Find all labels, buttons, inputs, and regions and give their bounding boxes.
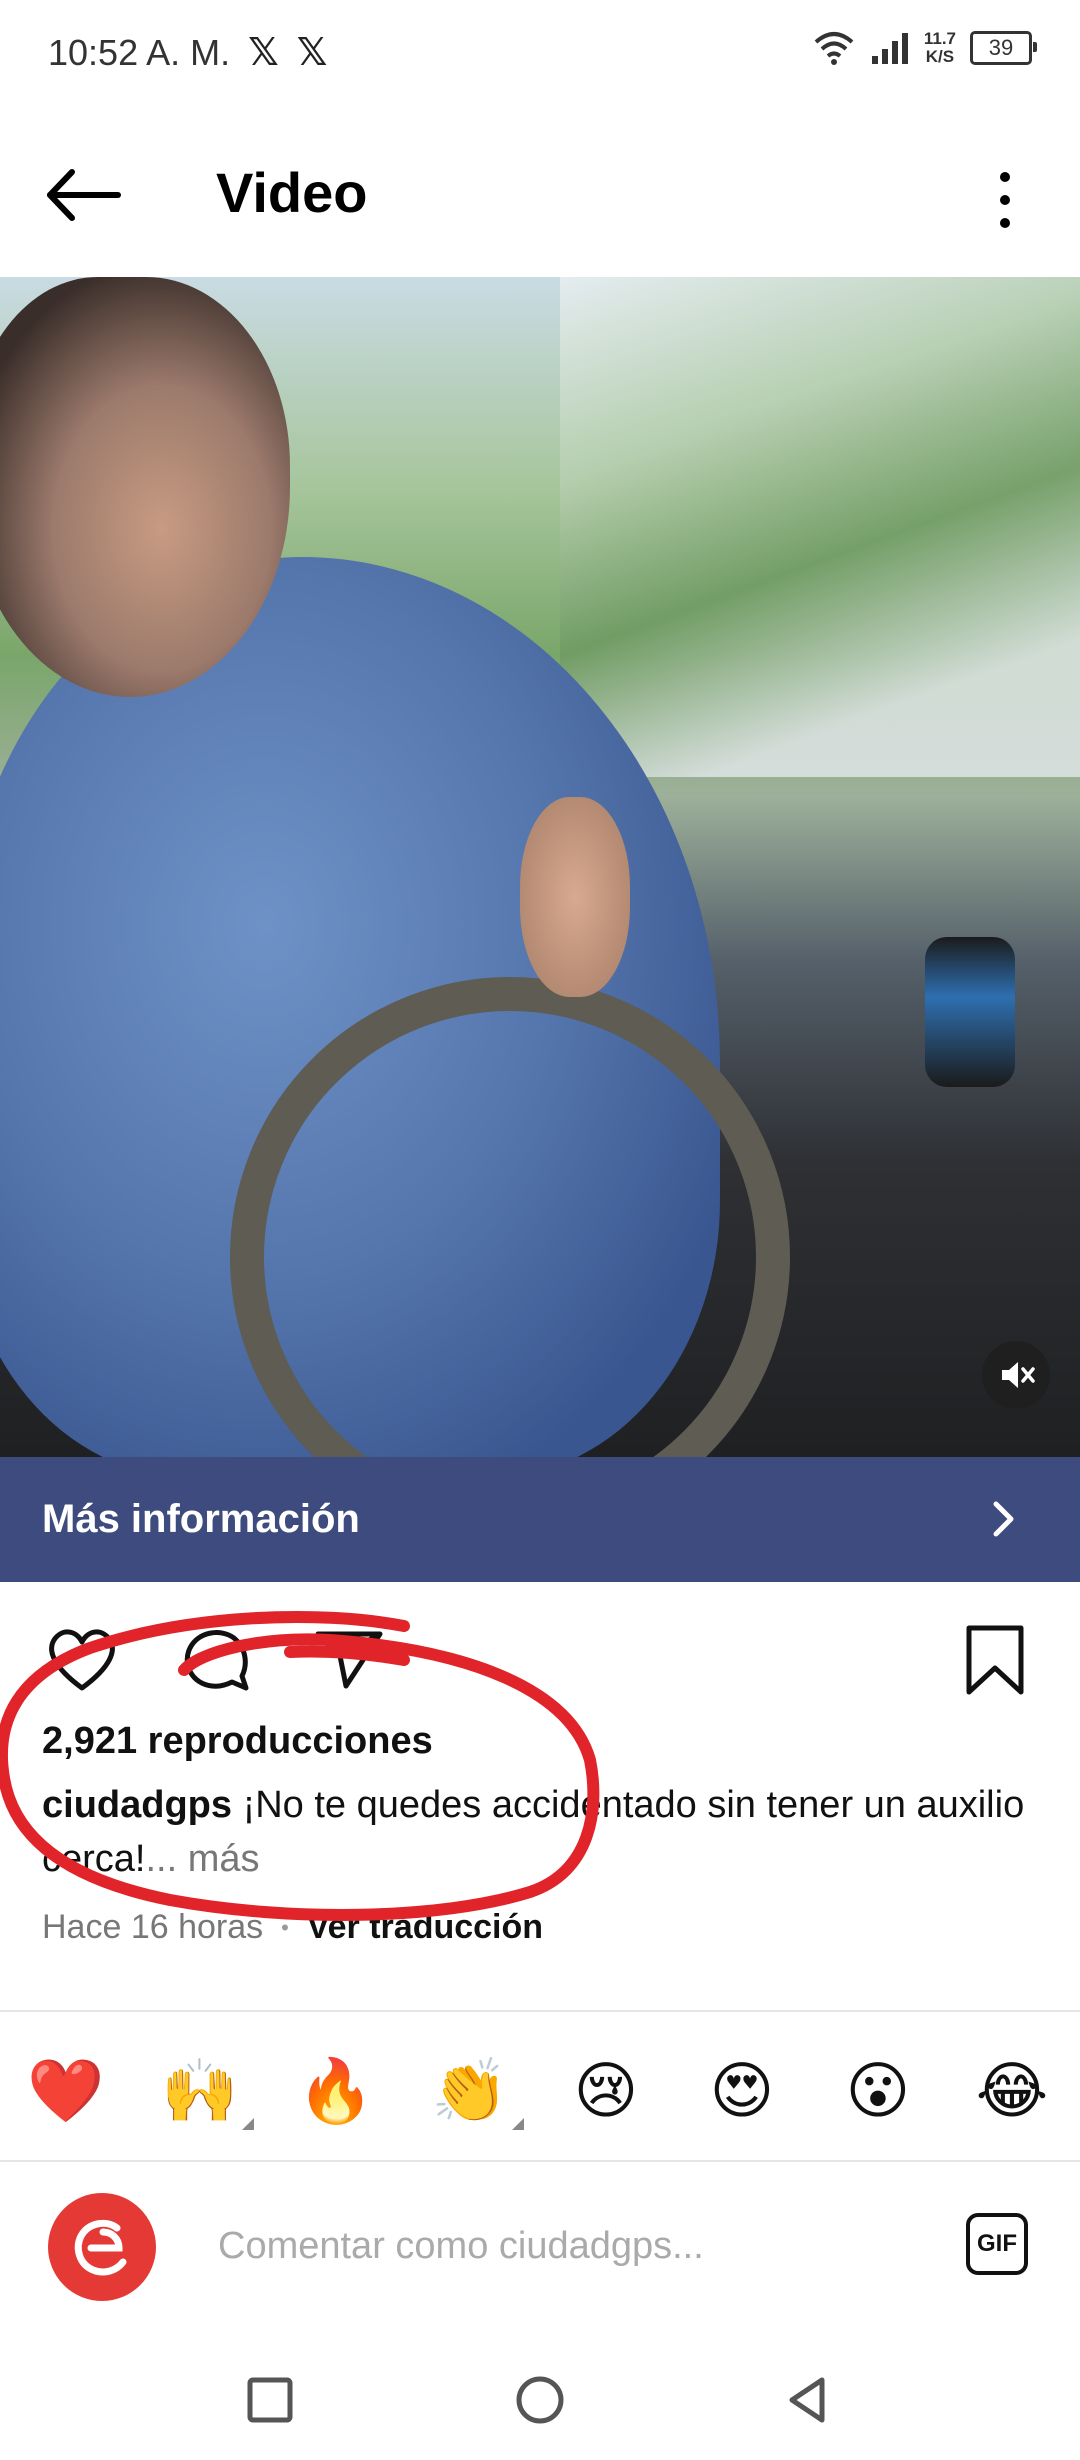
- post-actions: [0, 1605, 1080, 1715]
- post-meta: Hace 16 horas • Ver traducción: [42, 1908, 543, 1947]
- comment-icon: [184, 1630, 249, 1691]
- ciudadgps-logo-icon: [74, 2219, 127, 2276]
- home-icon[interactable]: [510, 2370, 570, 2430]
- page-title: Video: [216, 161, 368, 224]
- post-caption: ciudadgps ¡No te quedes accidentado sin …: [42, 1778, 1042, 1886]
- more-info-bar[interactable]: Más información: [0, 1457, 1080, 1582]
- heart-icon: [49, 1629, 115, 1691]
- post-time: Hace 16 horas: [42, 1908, 264, 1946]
- top-bar: Video: [0, 120, 1080, 270]
- comment-input[interactable]: [216, 2215, 920, 2277]
- chevron-right-icon: [993, 1501, 1014, 1537]
- x-notification-icon: 𝕏: [248, 32, 279, 74]
- skin-tone-indicator-icon: [512, 2118, 524, 2130]
- x-notification-icon: 𝕏: [296, 32, 328, 74]
- translate-link[interactable]: Ver traducción: [307, 1908, 543, 1947]
- status-bar: 10:52 A. M. 𝕏 𝕏 11.7 K/S 39: [0, 0, 1080, 110]
- emoji-crying-face[interactable]: 😢: [566, 2052, 646, 2132]
- battery-level: 39: [988, 35, 1014, 60]
- avatar[interactable]: [48, 2193, 156, 2301]
- more-options-button[interactable]: [990, 165, 1020, 235]
- emoji-tears-of-joy[interactable]: 😂: [972, 2052, 1052, 2132]
- emoji-raising-hands[interactable]: 🙌: [160, 2052, 240, 2132]
- share-icon: [315, 1631, 383, 1689]
- emoji-fire[interactable]: 🔥: [296, 2052, 376, 2132]
- emoji-clapping-hands[interactable]: 👏: [430, 2052, 510, 2132]
- status-time: 10:52 A. M.: [48, 31, 231, 73]
- back-icon[interactable]: [778, 2370, 838, 2430]
- battery-icon: 39: [970, 31, 1037, 65]
- save-button[interactable]: [955, 1620, 1035, 1700]
- emoji-surprised-face[interactable]: 😮: [838, 2052, 918, 2132]
- video-phone-holder: [925, 937, 1015, 1087]
- divider: [0, 2160, 1080, 2162]
- video-background: [560, 277, 1080, 777]
- wifi-icon: [814, 32, 854, 65]
- caption-username[interactable]: ciudadgps: [42, 1784, 232, 1826]
- bookmark-icon: [966, 1625, 1024, 1695]
- emoji-reactions: ❤️ 🙌 🔥 👏 😢 😍 😮 😂: [0, 2030, 1080, 2150]
- vertical-dots-icon: [1000, 172, 1010, 228]
- signal-icon: [871, 33, 908, 64]
- more-info-label: Más información: [42, 1497, 360, 1541]
- video-player[interactable]: [0, 277, 1080, 1457]
- mute-button[interactable]: [982, 1341, 1050, 1409]
- emoji-red-heart[interactable]: ❤️: [26, 2052, 106, 2132]
- net-speed: 11.7 K/S: [924, 30, 956, 66]
- net-speed-unit: K/S: [925, 47, 955, 66]
- emoji-heart-eyes[interactable]: 😍: [702, 2052, 782, 2132]
- back-button[interactable]: [40, 160, 130, 230]
- divider: [0, 2010, 1080, 2012]
- skin-tone-indicator-icon: [242, 2118, 254, 2130]
- comment-button[interactable]: [176, 1620, 256, 1700]
- video-hand: [520, 797, 630, 997]
- share-button[interactable]: [310, 1620, 390, 1700]
- speaker-muted-icon: [1002, 1362, 1035, 1388]
- system-navigation: [0, 2330, 1080, 2460]
- status-right: 11.7 K/S 39: [812, 30, 1037, 66]
- net-speed-value: 11.7: [923, 29, 956, 48]
- meta-separator: •: [281, 1914, 289, 1940]
- recent-apps-icon[interactable]: [240, 2370, 300, 2430]
- arrow-left-icon: [47, 169, 121, 221]
- caption-more-link[interactable]: ... más: [145, 1838, 259, 1880]
- gif-button[interactable]: GIF: [966, 2213, 1028, 2275]
- comment-bar: GIF: [0, 2165, 1080, 2325]
- like-button[interactable]: [42, 1620, 122, 1700]
- view-count: 2,921 reproducciones: [42, 1720, 433, 1762]
- status-left: 10:52 A. M. 𝕏 𝕏: [48, 30, 327, 75]
